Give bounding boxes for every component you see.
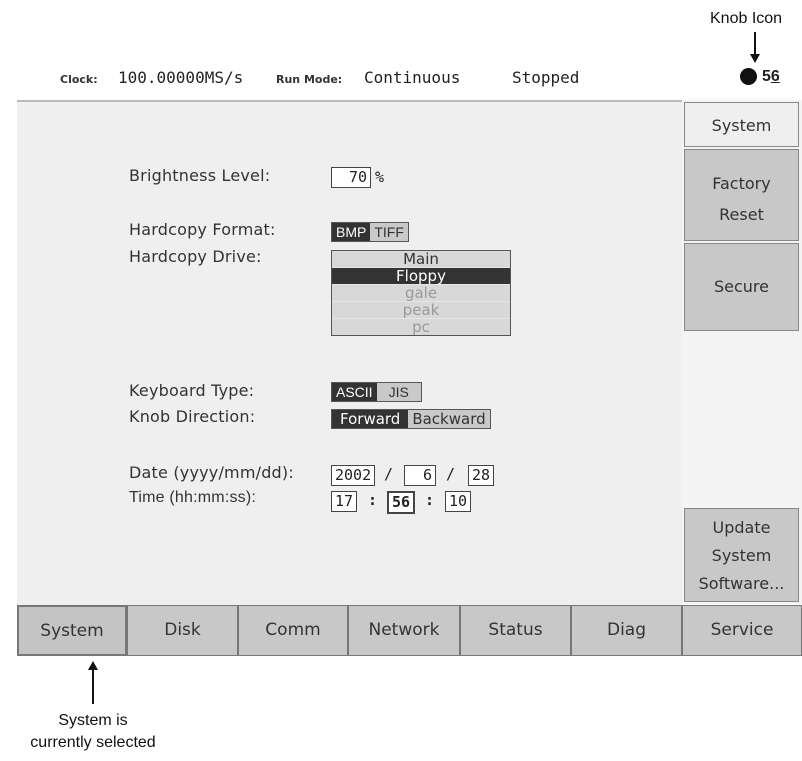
drive-option-main[interactable]: Main bbox=[332, 251, 510, 268]
keyboard-option-ascii[interactable]: ASCII bbox=[332, 383, 377, 401]
knob-direction-toggle[interactable]: Forward Backward bbox=[331, 409, 491, 429]
keyboard-type-toggle[interactable]: ASCII JIS bbox=[331, 382, 422, 402]
tab-comm[interactable]: Comm bbox=[238, 605, 348, 656]
time-label: Time (hh:mm:ss): bbox=[129, 489, 257, 506]
knob-option-backward[interactable]: Backward bbox=[408, 410, 490, 428]
update-system-software-button[interactable]: Update System Software... bbox=[684, 508, 799, 602]
time-minutes-field[interactable]: 56 bbox=[387, 491, 416, 514]
keyboard-type-label: Keyboard Type: bbox=[129, 381, 255, 400]
brightness-field[interactable]: 70 bbox=[331, 167, 371, 188]
tab-network[interactable]: Network bbox=[348, 605, 460, 656]
clock-value: 100.00000MS/s bbox=[118, 68, 244, 87]
tab-system[interactable]: System bbox=[17, 605, 127, 656]
run-mode-label: Run Mode: bbox=[276, 73, 343, 86]
secure-button[interactable]: Secure bbox=[684, 243, 799, 331]
brightness-label: Brightness Level: bbox=[129, 166, 271, 185]
date-day-field[interactable]: 28 bbox=[468, 465, 495, 486]
drive-option-floppy[interactable]: Floppy bbox=[332, 268, 510, 285]
clock-label: Clock: bbox=[60, 73, 98, 86]
side-menu-title: System bbox=[684, 102, 799, 147]
knob-icon-callout: Knob Icon bbox=[710, 10, 783, 27]
status-bar: Clock: 100.00000MS/s Run Mode: Continuou… bbox=[0, 62, 802, 92]
format-option-tiff[interactable]: TIFF bbox=[370, 223, 408, 241]
date-month-field[interactable]: 6 bbox=[404, 465, 436, 486]
tab-service[interactable]: Service bbox=[682, 605, 802, 656]
brightness-unit: % bbox=[375, 168, 385, 186]
system-callout-arrow bbox=[92, 668, 94, 704]
drive-option-gale[interactable]: gale bbox=[332, 285, 510, 302]
system-selected-callout: System is currently selected bbox=[30, 712, 156, 751]
hardcopy-drive-list[interactable]: Main Floppy gale peak pc bbox=[331, 250, 511, 336]
hardcopy-format-label: Hardcopy Format: bbox=[129, 220, 276, 239]
time-separator: : bbox=[368, 491, 378, 509]
knob-direction-label: Knob Direction: bbox=[129, 407, 256, 426]
tab-disk[interactable]: Disk bbox=[127, 605, 238, 656]
run-mode-value: Continuous bbox=[364, 68, 461, 87]
tab-diag[interactable]: Diag bbox=[571, 605, 682, 656]
drive-option-peak[interactable]: peak bbox=[332, 302, 510, 319]
date-separator: / bbox=[384, 465, 394, 483]
keyboard-option-jis[interactable]: JIS bbox=[376, 383, 421, 401]
knob-callout-arrow bbox=[754, 32, 756, 56]
format-option-bmp[interactable]: BMP bbox=[332, 223, 371, 241]
hardcopy-drive-label: Hardcopy Drive: bbox=[129, 247, 262, 266]
tab-status[interactable]: Status bbox=[460, 605, 571, 656]
run-state: Stopped bbox=[512, 68, 580, 87]
factory-reset-button[interactable]: Factory Reset bbox=[684, 149, 799, 241]
time-hours-field[interactable]: 17 bbox=[331, 491, 358, 512]
time-separator: : bbox=[425, 491, 435, 509]
hardcopy-format-toggle[interactable]: BMP TIFF bbox=[331, 222, 409, 242]
time-seconds-field[interactable]: 10 bbox=[445, 491, 472, 512]
date-year-field[interactable]: 2002 bbox=[331, 465, 376, 486]
date-label: Date (yyyy/mm/dd): bbox=[129, 463, 294, 482]
knob-icon bbox=[740, 68, 757, 85]
knob-value: 56 bbox=[762, 68, 780, 85]
drive-option-pc[interactable]: pc bbox=[332, 319, 510, 335]
date-separator: / bbox=[446, 465, 456, 483]
knob-option-forward[interactable]: Forward bbox=[332, 410, 409, 428]
